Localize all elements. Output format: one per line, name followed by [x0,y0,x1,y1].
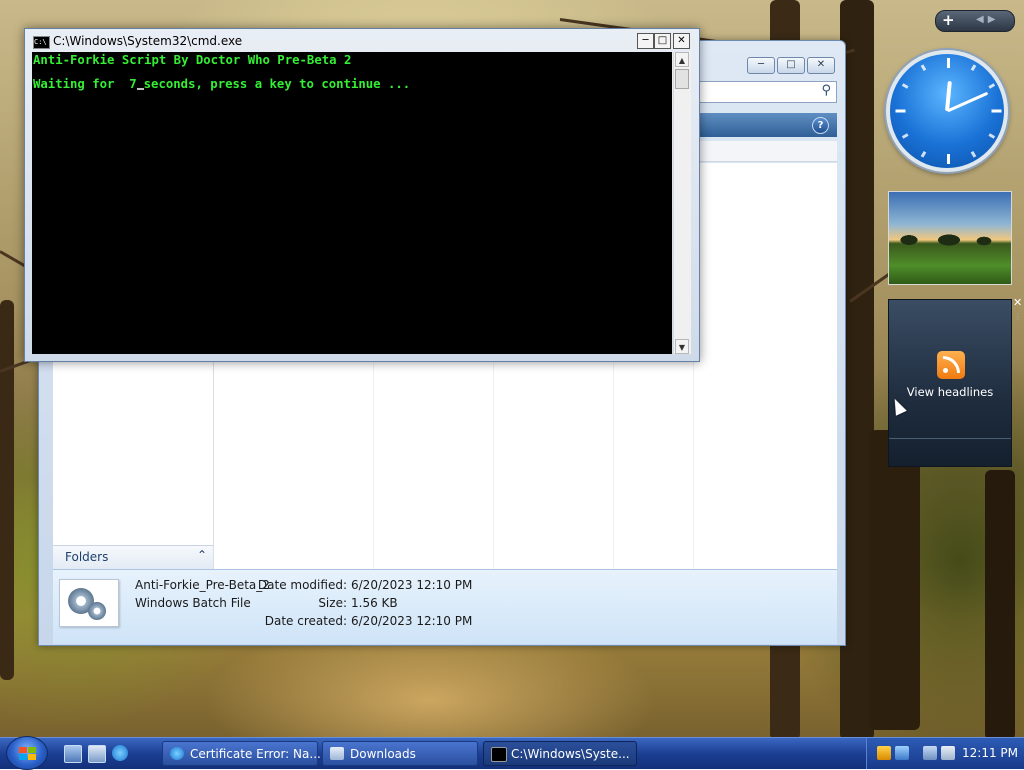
folder-icon [330,747,344,760]
scroll-down-icon[interactable]: ▼ [675,339,689,354]
search-icon[interactable]: ⚲ [821,83,831,98]
show-desktop-icon[interactable] [64,745,82,763]
windows-update-icon[interactable] [895,746,909,760]
close-button[interactable]: ✕ [807,57,835,74]
add-gadget-icon[interactable]: + [942,11,955,29]
cmd-window[interactable]: C:\ C:\Windows\System32\cmd.exe ─ □ ✕ An… [24,28,700,362]
folders-label: Folders [65,550,109,564]
minimize-button[interactable]: ─ [747,57,775,74]
clock-tick [920,150,927,158]
help-icon[interactable]: ? [812,117,829,134]
cmd-icon [491,747,507,762]
taskbar-clock[interactable]: 12:11 PM [962,746,1018,760]
search-input[interactable]: ⚲ [699,81,837,103]
security-shield-icon[interactable] [877,746,891,760]
details-pane: Anti-Forkie_Pre-Beta_2 Windows Batch Fil… [53,569,837,644]
clock-gadget[interactable] [886,50,1008,172]
scroll-up-icon[interactable]: ▲ [675,52,689,67]
clock-tick [988,83,996,89]
date-created-value: 6/20/2023 12:10 PM [351,614,473,628]
minute-hand [946,91,988,113]
taskbar-item-label: C:\Windows\Syste... [511,747,630,761]
system-tray: 12:11 PM [866,738,1024,769]
close-icon[interactable]: ✕ [1013,297,1023,308]
start-button[interactable] [6,736,48,770]
windows-logo-icon [19,747,36,761]
clock-tick [970,64,977,72]
cmd-window-title: C:\Windows\System32\cmd.exe [53,34,243,48]
taskbar-item-downloads[interactable]: Downloads [322,741,478,766]
size-value: 1.56 KB [351,596,398,610]
clock-tick [901,83,909,89]
cmd-icon[interactable]: C:\ [33,36,50,49]
explorer-window-controls: ─ □ ✕ [747,57,835,74]
taskbar-item-label: Downloads [350,747,416,761]
clock-tick [947,58,950,68]
clock-tick [920,64,927,72]
console-text: Waiting for 7 [33,77,137,91]
sidebar-nav-arrows-icon[interactable]: ◀▶ [976,14,999,25]
column-header [699,141,837,162]
date-modified-value: 6/20/2023 12:10 PM [351,578,473,592]
chevron-up-icon: ⌃ [196,548,207,562]
clock-tick [901,133,909,139]
vertical-scrollbar[interactable]: ▲ ▼ [673,52,691,354]
close-button[interactable]: ✕ [673,33,690,49]
feed-headlines-gadget[interactable]: View headlines [888,299,1012,467]
clock-tick [991,109,1002,113]
date-modified-label: Date modified: [257,578,347,592]
rss-icon [937,351,965,379]
date-created-label: Date created: [264,614,347,628]
internet-explorer-icon[interactable] [112,745,128,761]
volume-muted-icon[interactable] [941,746,955,760]
console-output[interactable]: Anti-Forkie Script By Doctor Who Pre-Bet… [32,52,672,354]
view-headlines-label[interactable]: View headlines [889,385,1011,399]
maximize-button[interactable]: □ [777,57,805,74]
text-cursor [136,88,144,90]
console-line: Waiting for 7 seconds, press a key to con… [33,77,410,91]
taskbar-item-cmd[interactable]: C:\Windows\Syste... [483,741,637,766]
console-text: seconds, press a key to continue ... [143,77,411,91]
taskbar-item-label: Certificate Error: Na... [190,747,321,761]
ie-icon [170,747,184,760]
console-line: Anti-Forkie Script By Doctor Who Pre-Bet… [33,53,352,67]
clock-tick [970,150,977,158]
minimize-button[interactable]: ─ [637,33,654,49]
batch-file-icon [59,579,119,627]
taskbar: Certificate Error: Na... Downloads C:\Wi… [0,736,1024,770]
divider [889,438,1011,439]
landscape-photo [889,232,1011,246]
maximize-button[interactable]: □ [654,33,671,49]
slideshow-gadget[interactable] [888,191,1012,285]
file-type: Windows Batch File [135,596,251,610]
command-bar: ? [699,113,837,137]
network-icon[interactable] [923,746,937,760]
sidebar-controls: + ◀▶ [935,10,1015,32]
size-label: Size: [318,596,347,610]
clock-tick [947,154,950,164]
folders-toggle[interactable]: Folders ⌃ [53,545,213,570]
drag-handle-icon[interactable]: ⋮ [1014,312,1022,326]
scroll-thumb[interactable] [675,69,689,89]
clock-tick [895,109,906,113]
switch-windows-icon[interactable] [88,745,106,763]
taskbar-item-certificate-error[interactable]: Certificate Error: Na... [162,741,321,766]
clock-tick [988,133,996,139]
